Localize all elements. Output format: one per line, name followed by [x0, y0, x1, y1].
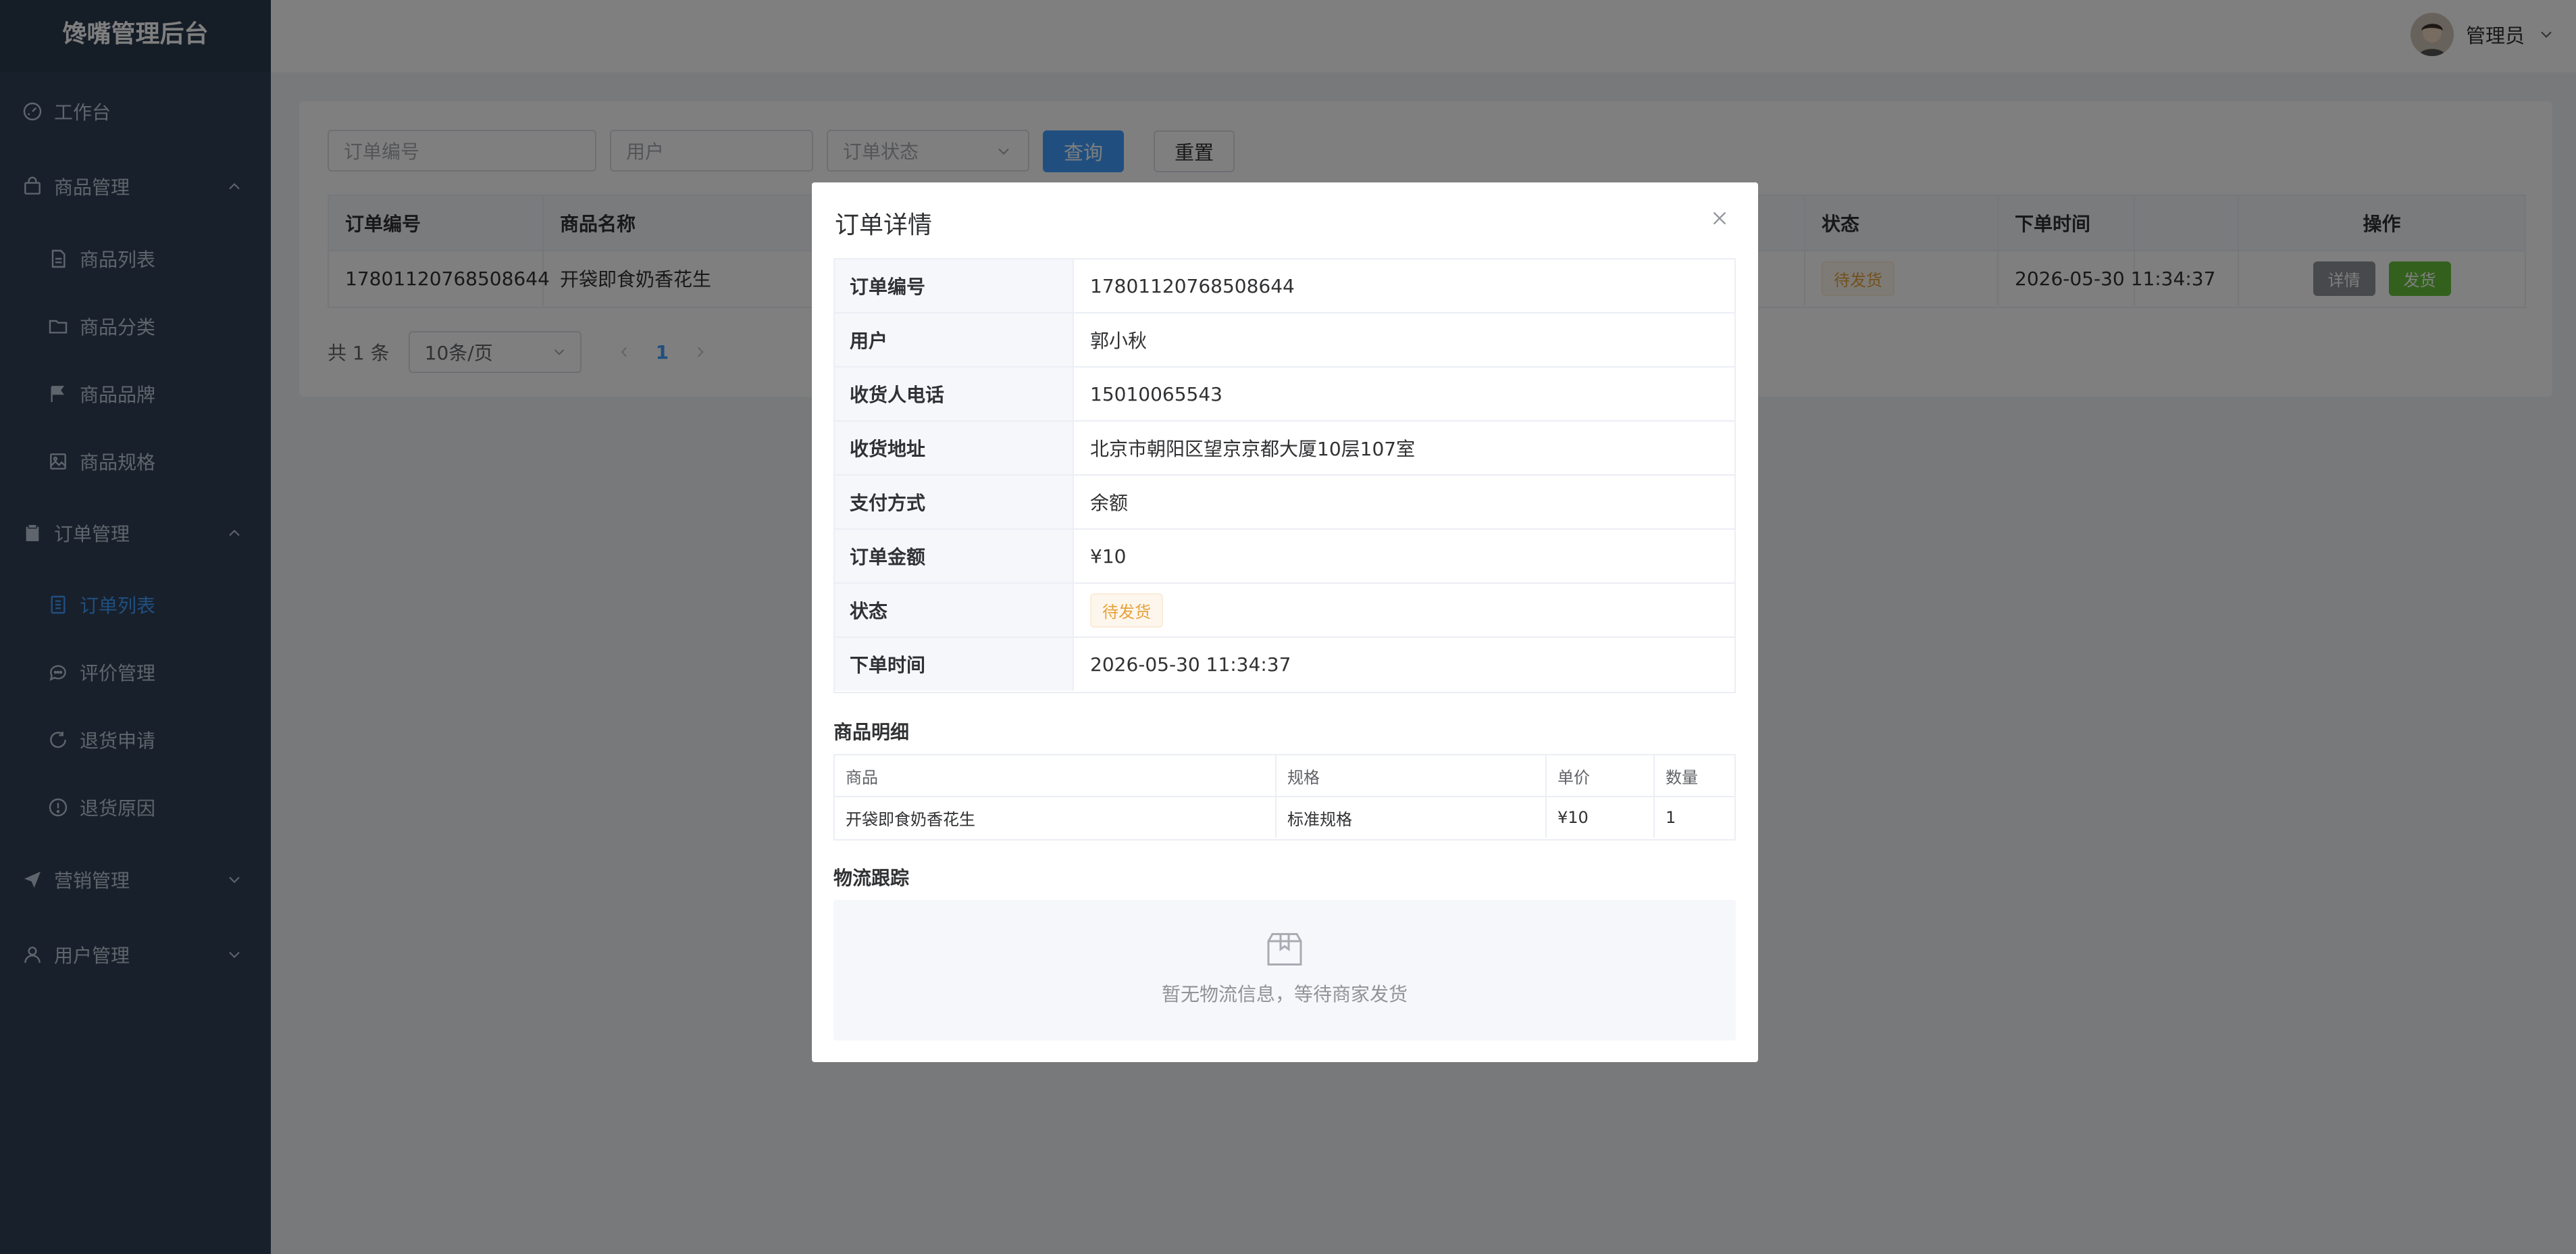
col-product: 商品 [835, 755, 1277, 796]
table-row: 开袋即食奶香花生 标准规格 ¥10 1 [835, 797, 1734, 839]
desc-label: 状态 [835, 584, 1074, 636]
desc-value: 北京市朝阳区望京京都大厦10层107室 [1090, 438, 1416, 460]
desc-value: ¥10 [1090, 545, 1127, 568]
desc-value: 2026-05-30 11:34:37 [1090, 653, 1291, 676]
desc-row-user: 用户 郭小秋 [835, 314, 1734, 368]
desc-row-amount: 订单金额 ¥10 [835, 530, 1734, 584]
col-price: 单价 [1547, 755, 1655, 796]
desc-value: 郭小秋 [1090, 330, 1148, 352]
desc-label: 用户 [835, 314, 1074, 366]
logistics-empty-text: 暂无物流信息，等待商家发货 [1161, 983, 1408, 1005]
cell-product: 开袋即食奶香花生 [835, 797, 1277, 838]
desc-row-payment: 支付方式 余额 [835, 476, 1734, 530]
desc-row-address: 收货地址 北京市朝阳区望京京都大厦10层107室 [835, 422, 1734, 476]
logistics-section-title: 物流跟踪 [833, 867, 910, 889]
logistics-empty-panel: 暂无物流信息，等待商家发货 [833, 900, 1736, 1040]
items-header-row: 商品 规格 单价 数量 [835, 755, 1734, 797]
desc-label: 收货地址 [835, 422, 1074, 474]
desc-label: 订单金额 [835, 530, 1074, 582]
desc-label: 支付方式 [835, 476, 1074, 528]
col-spec: 规格 [1277, 755, 1547, 796]
desc-value: 余额 [1090, 492, 1129, 514]
desc-row-status: 状态 待发货 [835, 584, 1734, 638]
desc-value: 待发货 [1075, 584, 1163, 636]
dialog-title: 订单详情 [835, 211, 933, 239]
desc-label: 下单时间 [835, 638, 1074, 691]
package-box-icon [1267, 933, 1302, 965]
order-descriptions: 订单编号 17801120768508644 用户 郭小秋 收货人电话 1501… [833, 258, 1736, 693]
close-icon[interactable] [1708, 207, 1731, 230]
cell-qty: 1 [1666, 808, 1676, 827]
desc-row-order-time: 下单时间 2026-05-30 11:34:37 [835, 638, 1734, 692]
desc-row-phone: 收货人电话 15010065543 [835, 368, 1734, 422]
status-badge: 待发货 [1090, 593, 1163, 628]
cell-price: ¥10 [1547, 797, 1655, 838]
desc-label: 收货人电话 [835, 368, 1074, 420]
items-section-title: 商品明细 [833, 721, 910, 743]
order-detail-dialog: 订单详情 订单编号 17801120768508644 用户 郭小秋 收货人电话… [812, 182, 1758, 1062]
col-qty: 数量 [1666, 768, 1698, 787]
cell-spec: 标准规格 [1277, 797, 1547, 838]
desc-label: 订单编号 [835, 259, 1074, 312]
desc-value: 17801120768508644 [1090, 274, 1295, 297]
order-items-table: 商品 规格 单价 数量 开袋即食奶香花生 标准规格 ¥10 1 [833, 754, 1736, 841]
desc-value: 15010065543 [1090, 382, 1222, 405]
desc-row-order-no: 订单编号 17801120768508644 [835, 259, 1734, 314]
